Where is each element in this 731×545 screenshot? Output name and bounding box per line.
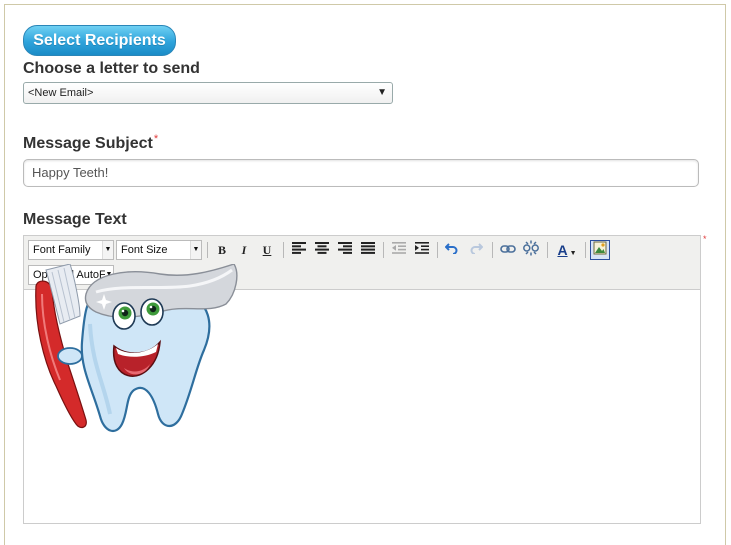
outdent-icon[interactable] — [389, 240, 409, 260]
dropdown-arrow-icon: ▼ — [377, 87, 387, 98]
font-family-select[interactable]: Font Family ▼ — [28, 240, 114, 260]
text-color-letter: A — [557, 242, 568, 258]
indent-icon[interactable] — [412, 240, 432, 260]
italic-button[interactable]: I — [234, 240, 254, 260]
choose-letter-label: Choose a letter to send — [23, 60, 200, 77]
toolbar-separator — [547, 242, 548, 258]
align-left-icon[interactable] — [289, 240, 309, 260]
font-size-select[interactable]: Font Size ▼ — [116, 240, 202, 260]
align-center-icon[interactable] — [312, 240, 332, 260]
align-justify-icon[interactable] — [358, 240, 378, 260]
letter-select-value: <New Email> — [28, 87, 94, 99]
font-family-value: Font Family — [33, 244, 91, 256]
letter-select[interactable]: <New Email> ▼ — [23, 82, 393, 104]
toolbar-separator — [437, 242, 438, 258]
redo-icon[interactable] — [466, 240, 486, 260]
dropdown-arrow-icon: ▼ — [102, 241, 113, 259]
rich-text-editor[interactable]: Font Family ▼ Font Size ▼ B I U A ▼ Auto… — [23, 235, 701, 524]
insert-image-icon[interactable] — [590, 240, 610, 260]
message-subject-input[interactable]: Happy Teeth! — [23, 159, 699, 187]
underline-button[interactable]: U — [257, 240, 277, 260]
editor-required-mark: * — [703, 234, 707, 244]
dropdown-arrow-icon: ▼ — [569, 250, 577, 257]
toolbar-separator — [383, 242, 384, 258]
toolbar-separator — [585, 242, 586, 258]
select-recipients-button[interactable]: Select Recipients — [23, 25, 176, 56]
message-text-label: Message Text — [23, 211, 127, 228]
toolbar-separator — [207, 242, 208, 258]
required-mark: * — [153, 133, 159, 145]
align-right-icon[interactable] — [335, 240, 355, 260]
toolbar-separator — [492, 242, 493, 258]
unlink-icon[interactable] — [521, 240, 541, 260]
tooth-mascot-image — [35, 264, 238, 433]
dropdown-arrow-icon: ▼ — [190, 241, 201, 259]
font-size-value: Font Size — [121, 244, 168, 256]
undo-icon[interactable] — [442, 240, 462, 260]
link-icon[interactable] — [498, 240, 518, 260]
toolbar-separator — [283, 242, 284, 258]
message-subject-text: Message Subject — [23, 135, 153, 152]
bold-button[interactable]: B — [212, 240, 232, 260]
text-color-icon[interactable]: A ▼ — [553, 240, 581, 260]
message-subject-label: Message Subject* — [23, 133, 159, 153]
